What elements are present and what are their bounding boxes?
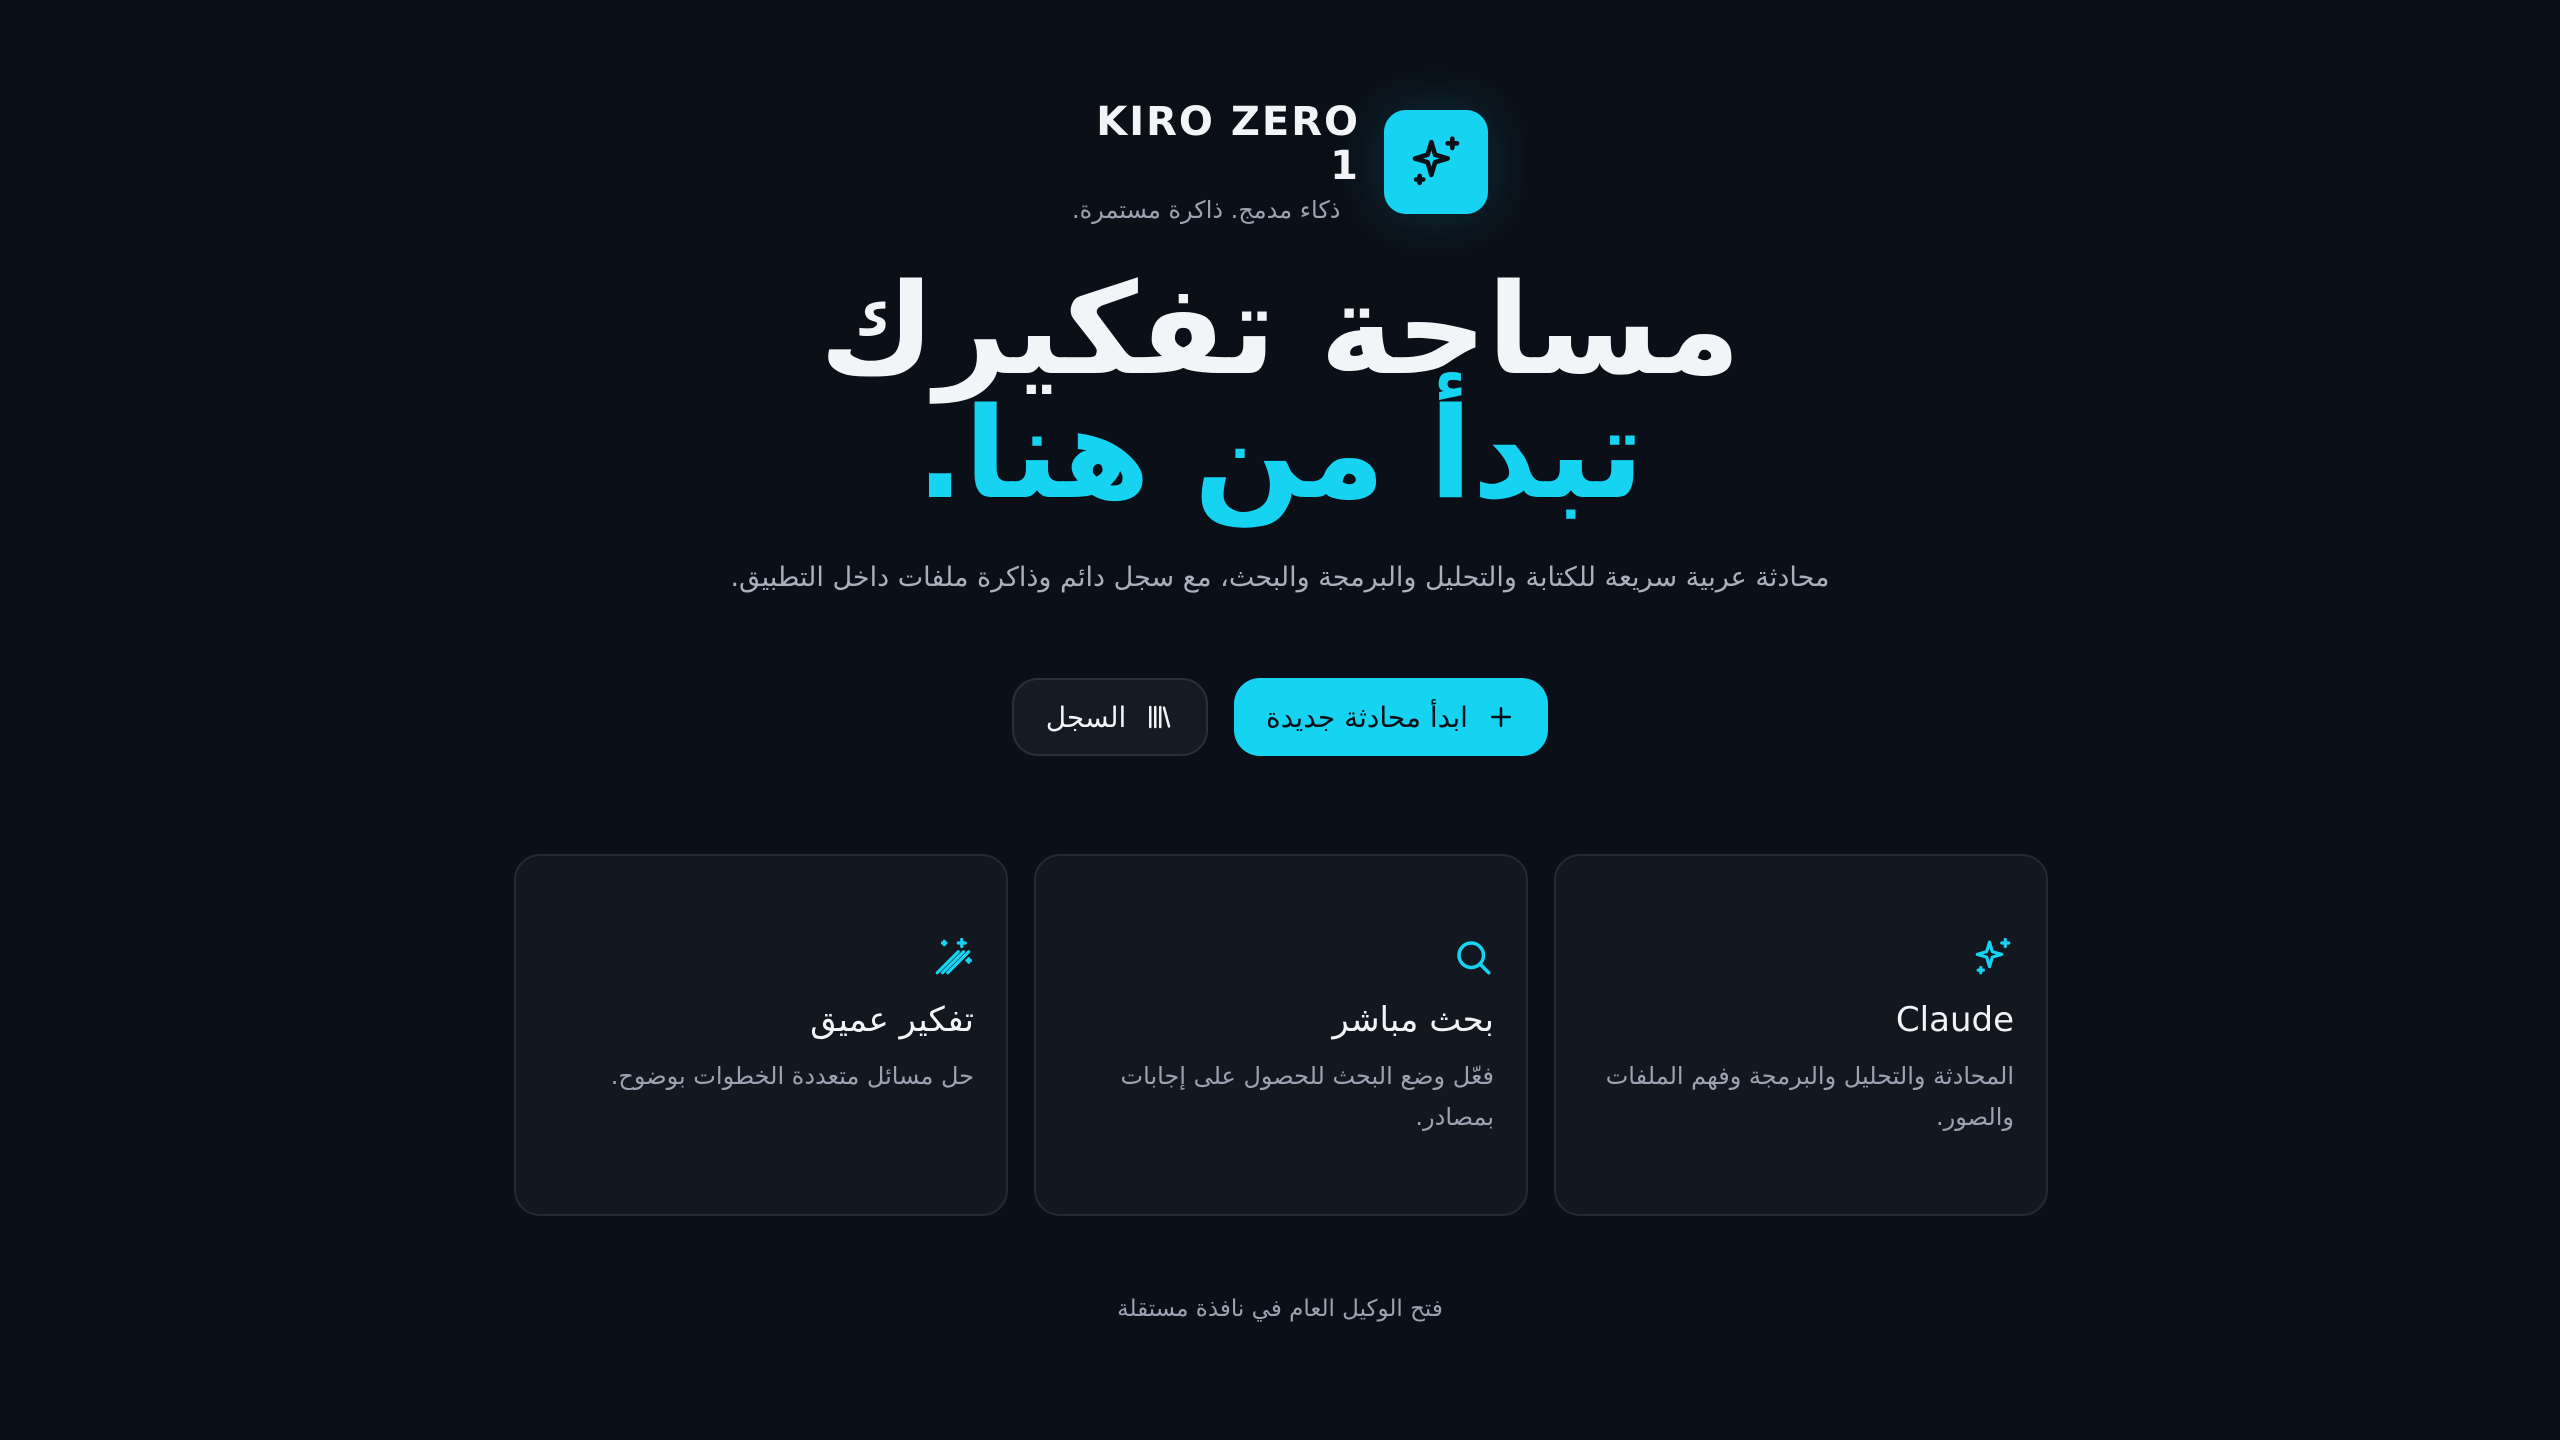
card-title: تفكير عميق [810, 1000, 974, 1040]
library-icon [1144, 702, 1174, 732]
brand-name: KIRO ZERO 1 [1096, 99, 1360, 189]
new-chat-label: ابدأ محادثة جديدة [1266, 700, 1468, 734]
action-buttons: ابدأ محادثة جديدة السجل [0, 678, 2560, 756]
card-deep-thinking[interactable]: تفكير عميق حل مسائل متعددة الخطوات بوضوح… [514, 854, 1008, 1216]
card-title: بحث مباشر [1332, 1000, 1494, 1040]
card-description: حل مسائل متعددة الخطوات بوضوح. [610, 1062, 974, 1091]
card-title: Claude [1895, 1000, 2014, 1040]
brand-logo [1384, 110, 1488, 214]
hero-title-line2: تبدأ من هنا. [916, 380, 1644, 527]
card-live-search[interactable]: بحث مباشر فعّل وضع البحث للحصول على إجاب… [1034, 854, 1528, 1216]
feature-cards: Claude المحادثة والتحليل والبرمجة وفهم ا… [512, 854, 2048, 1216]
brand-header: KIRO ZERO 1 ذكاء مدمج. ذاكرة مستمرة. [1072, 100, 1488, 224]
hero-title-line1: مساحة تفكيرك [819, 256, 1741, 403]
magic-wand-icon [935, 937, 973, 975]
hero-subtitle: محادثة عربية سريعة للكتابة والتحليل والب… [730, 562, 1830, 593]
card-description: المحادثة والتحليل والبرمجة وفهم الملفات … [1605, 1062, 2014, 1132]
sparkles-icon [1412, 136, 1460, 186]
card-icon-wrapper [1068, 936, 1494, 982]
card-claude[interactable]: Claude المحادثة والتحليل والبرمجة وفهم ا… [1554, 854, 2048, 1216]
search-icon [1457, 941, 1491, 975]
plus-icon [1486, 702, 1516, 732]
hero-heading: مساحة تفكيرك تبدأ من هنا. [0, 256, 2560, 527]
home-screen: KIRO ZERO 1 ذكاء مدمج. ذاكرة مستمرة. مسا… [0, 0, 2560, 1440]
history-button[interactable]: السجل [1012, 678, 1208, 756]
card-icon-wrapper [548, 936, 974, 982]
new-chat-button[interactable]: ابدأ محادثة جديدة [1234, 678, 1548, 756]
card-description: فعّل وضع البحث للحصول على إجابات بمصادر. [1120, 1062, 1494, 1132]
card-icon-wrapper [1588, 936, 2014, 982]
sparkles-icon [1975, 937, 2011, 975]
brand-tagline: ذكاء مدمج. ذاكرة مستمرة. [1072, 196, 1341, 224]
brand-text: KIRO ZERO 1 ذكاء مدمج. ذاكرة مستمرة. [1072, 100, 1360, 224]
history-label: السجل [1045, 700, 1127, 734]
open-general-agent-link[interactable]: فتح الوكيل العام في نافذة مستقلة [0, 1296, 2560, 1322]
